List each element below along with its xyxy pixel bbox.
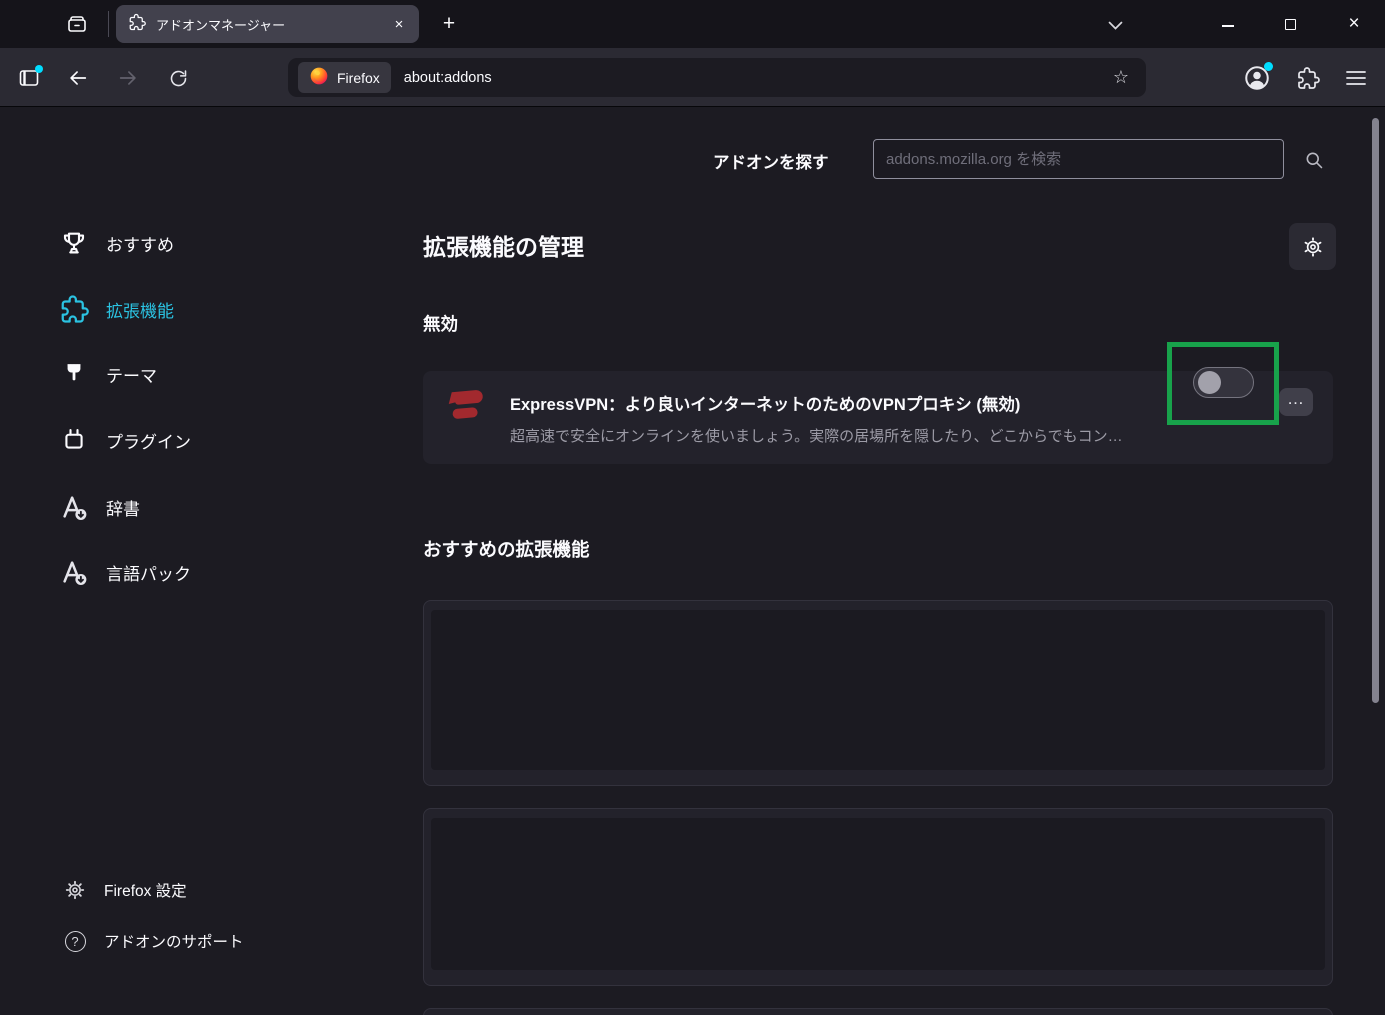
- sidebar-footer-label: アドオンのサポート: [104, 930, 244, 952]
- notification-dot: [35, 65, 43, 73]
- forward-button[interactable]: [111, 61, 145, 95]
- page-title: 拡張機能の管理: [423, 228, 584, 262]
- disabled-section-header: 無効: [423, 311, 458, 336]
- recommended-addon-placeholder-card: [423, 600, 1333, 786]
- tab-title: アドオンマネージャー: [156, 15, 387, 34]
- language-pack-download-icon: [58, 556, 90, 588]
- addon-description: 超高速で安全にオンラインを使いましょう。実際の居場所を隠したり、どこからでもコン…: [510, 425, 1123, 446]
- url-bar[interactable]: Firefox about:addons ☆: [288, 58, 1146, 97]
- sidebar-item-label: 言語パック: [106, 560, 191, 585]
- url-text: about:addons: [404, 70, 492, 86]
- sidebar-item-extensions[interactable]: 拡張機能: [50, 286, 370, 332]
- search-label: アドオンを探す: [713, 149, 829, 173]
- window-close-button[interactable]: ×: [1326, 0, 1382, 48]
- toggle-knob: [1198, 371, 1221, 394]
- sidebar-item-label: テーマ: [106, 362, 157, 387]
- search-icon[interactable]: [1302, 148, 1326, 172]
- notification-dot: [1264, 62, 1273, 71]
- reload-button[interactable]: [161, 61, 195, 95]
- sidebar-item-firefox-settings[interactable]: Firefox 設定: [50, 870, 370, 910]
- window-minimize-button[interactable]: [1200, 0, 1256, 48]
- bookmark-star-icon[interactable]: ☆: [1106, 63, 1136, 93]
- identity-chip-label: Firefox: [337, 70, 380, 86]
- tab-strip: アドオンマネージャー × + ×: [0, 0, 1385, 48]
- puzzle-icon: [128, 13, 146, 36]
- back-button[interactable]: [61, 61, 95, 95]
- placeholder-card-body: [431, 610, 1325, 770]
- recommended-addon-placeholder-card: [423, 1008, 1333, 1015]
- vertical-scrollbar[interactable]: [1372, 118, 1379, 703]
- expressvpn-logo-icon: [443, 385, 489, 427]
- puzzle-icon: [58, 293, 90, 325]
- sidebar-item-recommended[interactable]: おすすめ: [50, 220, 370, 266]
- plug-icon: [58, 424, 90, 456]
- sidebar-item-themes[interactable]: テーマ: [50, 351, 370, 397]
- recommended-addon-placeholder-card: [423, 808, 1333, 986]
- addon-enable-toggle[interactable]: [1193, 367, 1254, 398]
- account-icon[interactable]: [1241, 62, 1273, 94]
- gear-icon: [63, 878, 87, 902]
- new-tab-button[interactable]: +: [433, 9, 465, 39]
- window-maximize-button[interactable]: [1262, 0, 1318, 48]
- firefox-view-icon[interactable]: [12, 61, 46, 95]
- help-icon: ?: [63, 929, 87, 953]
- tools-for-all-addons-button[interactable]: [1289, 223, 1336, 270]
- paintbrush-icon: [58, 358, 90, 390]
- sidebar-item-addon-support[interactable]: ? アドオンのサポート: [50, 921, 370, 961]
- sidebar-footer-label: Firefox 設定: [104, 879, 187, 901]
- tab-addons-manager[interactable]: アドオンマネージャー ×: [116, 5, 419, 43]
- placeholder-card-body: [431, 818, 1325, 970]
- navigation-toolbar: Firefox about:addons ☆: [0, 48, 1385, 107]
- sidebar-item-label: プラグイン: [106, 428, 191, 453]
- firefox-view-tab-icon[interactable]: [56, 6, 98, 42]
- trophy-icon: [58, 227, 90, 259]
- tab-close-button[interactable]: ×: [387, 12, 411, 36]
- firefox-logo-icon: [309, 66, 329, 89]
- addon-more-options-button[interactable]: …: [1279, 388, 1313, 416]
- dictionary-download-icon: [58, 491, 90, 523]
- addon-name: ExpressVPN：より良いインターネットのためのVPNプロキシ (無効): [510, 391, 1020, 415]
- hamburger-menu-icon[interactable]: [1341, 64, 1371, 92]
- sidebar-item-language-packs[interactable]: 言語パック: [50, 549, 370, 595]
- sidebar-item-label: 拡張機能: [106, 297, 174, 322]
- recommended-section-header: おすすめの拡張機能: [423, 536, 590, 562]
- extensions-toolbar-icon[interactable]: [1294, 64, 1322, 92]
- sidebar-item-label: おすすめ: [106, 231, 174, 256]
- addons-search-input[interactable]: [873, 139, 1284, 179]
- sidebar-item-label: 辞書: [106, 495, 140, 520]
- tab-separator: [108, 11, 109, 37]
- sidebar-item-plugins[interactable]: プラグイン: [50, 417, 370, 463]
- about-addons-page: アドオンを探す おすすめ 拡張機能: [0, 107, 1385, 1015]
- identity-chip[interactable]: Firefox: [298, 62, 391, 93]
- sidebar-item-dictionaries[interactable]: 辞書: [50, 484, 370, 530]
- list-all-tabs-button[interactable]: [1096, 12, 1134, 38]
